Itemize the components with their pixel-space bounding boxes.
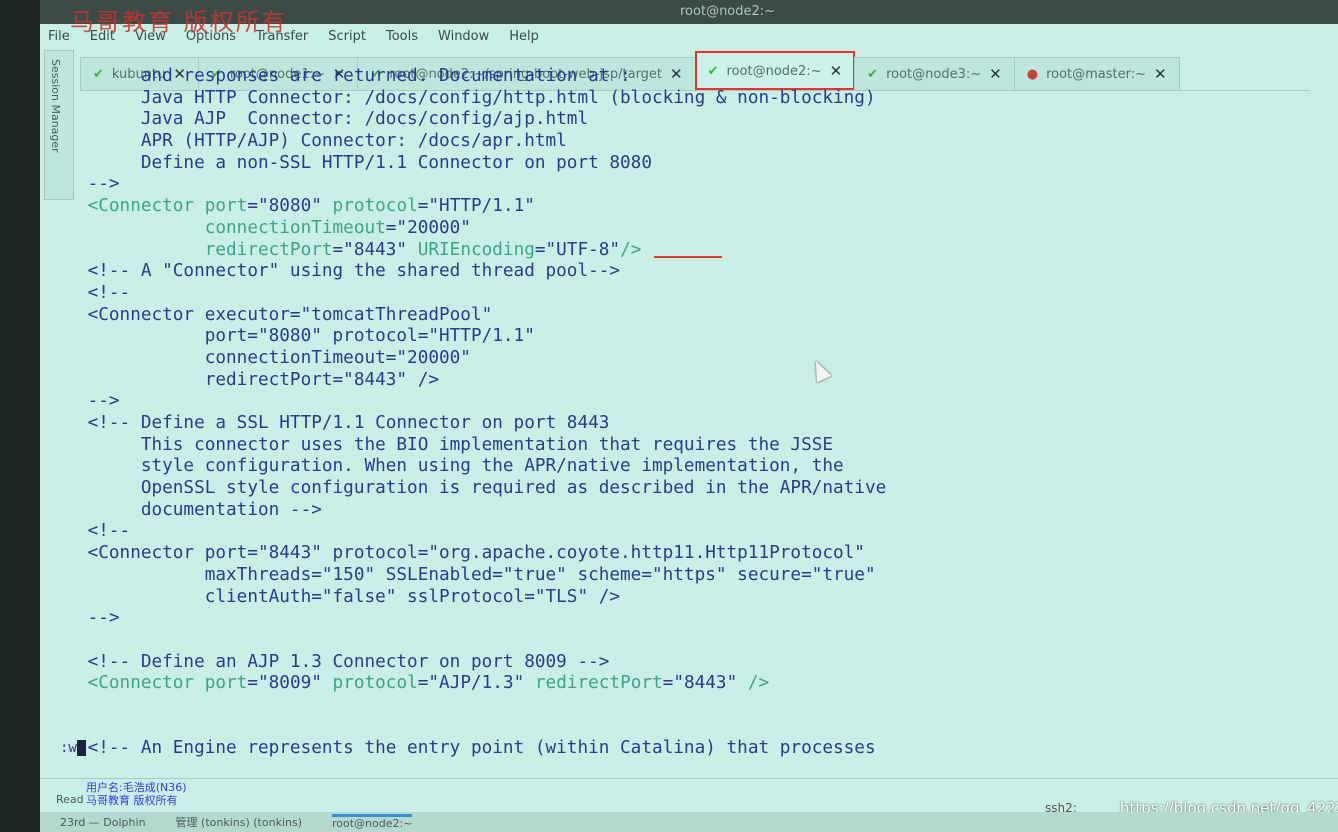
taskbar: 23rd — Dolphin 管理 (tonkins) (tonkins) ro… [40, 812, 1338, 832]
terminal-line: <!-- Define an AJP 1.3 Connector on port… [45, 652, 1285, 674]
terminal-line: <!-- Define a SSL HTTP/1.1 Connector on … [45, 413, 1285, 435]
terminal-line: documentation --> [45, 500, 1285, 522]
code-token: <!-- An Engine represents the entry poin… [45, 738, 876, 759]
code-token: port="8080" protocol="HTTP/1.1" [45, 326, 535, 347]
menu-window[interactable]: Window [436, 29, 491, 44]
code-token: protocol [332, 196, 418, 217]
code-token: ="8009" [247, 673, 333, 694]
terminal-line: Java HTTP Connector: /docs/config/http.h… [45, 88, 1285, 110]
taskbar-item-dolphin[interactable]: 23rd — Dolphin [60, 816, 146, 829]
code-token: <Connector [45, 196, 205, 217]
code-token: ="8443" [332, 239, 418, 260]
code-token: --> [45, 608, 120, 629]
terminal-output[interactable]: and responses are returned. Documentatio… [45, 66, 1285, 766]
vim-command-line[interactable]: :w [60, 740, 86, 756]
terminal-line: Java AJP Connector: /docs/config/ajp.htm… [45, 109, 1285, 131]
code-token: and responses are returned. Documentatio… [45, 66, 631, 86]
user-watermark: 用户名:毛浩成(N36) 马哥教育 版权所有 [86, 781, 187, 807]
taskbar-item-tonkins[interactable]: 管理 (tonkins) (tonkins) [176, 814, 302, 830]
terminal-line: and responses are returned. Documentatio… [45, 66, 1285, 88]
code-token: ="UTF-8" [534, 239, 621, 260]
code-token: redirectPort [534, 673, 663, 694]
code-token: Java HTTP Connector: /docs/config/http.h… [45, 87, 876, 108]
user-line-2: 马哥教育 版权所有 [86, 794, 178, 807]
terminal-line: connectionTimeout="20000" [45, 348, 1285, 370]
code-token: ="20000" [385, 217, 471, 238]
code-token: redirectPort [45, 239, 333, 260]
code-token: <!-- Define a SSL HTTP/1.1 Connector on … [45, 413, 610, 433]
code-token: --> [45, 391, 120, 412]
menu-tools[interactable]: Tools [384, 29, 420, 44]
code-token: /> [747, 673, 770, 694]
terminal-line: --> [45, 391, 1285, 413]
code-token: connectionTimeout="20000" [45, 347, 471, 368]
code-token: /> [620, 239, 642, 260]
code-token: Java AJP Connector: /docs/config/ajp.htm… [45, 109, 589, 130]
status-bar: Read 用户名:毛浩成(N36) 马哥教育 版权所有 ssh2: https:… [40, 778, 1338, 817]
code-token: ="8443" [662, 673, 748, 694]
user-line-1: 用户名:毛浩成(N36) [86, 781, 187, 794]
terminal-line: --> [45, 174, 1285, 196]
terminal-line: APR (HTTP/AJP) Connector: /docs/apr.html [45, 131, 1285, 153]
menu-file[interactable]: File [46, 29, 72, 44]
terminal-line: <Connector executor="tomcatThreadPool" [45, 305, 1285, 327]
terminal-line: port="8080" protocol="HTTP/1.1" [45, 326, 1285, 348]
code-token: port [204, 673, 248, 694]
terminal-line: This connector uses the BIO implementati… [45, 435, 1285, 457]
code-token: <Connector [45, 673, 205, 694]
code-token: <Connector port="8443" protocol="org.apa… [45, 543, 865, 564]
terminal-line: maxThreads="150" SSLEnabled="true" schem… [45, 565, 1285, 587]
cursor [76, 740, 86, 756]
code-token: maxThreads="150" SSLEnabled="true" schem… [45, 564, 876, 585]
code-token: ="HTTP/1.1" [417, 196, 535, 217]
terminal-line: redirectPort="8443" /> [45, 370, 1285, 392]
terminal-line: OpenSSL style configuration is required … [45, 478, 1285, 500]
code-token: connectionTimeout [45, 217, 386, 238]
code-token: OpenSSL style configuration is required … [45, 478, 887, 499]
code-token: <!-- [45, 521, 131, 542]
code-token: <!-- Define an AJP 1.3 Connector on port… [45, 651, 610, 672]
terminal-line: connectionTimeout="20000" [45, 218, 1285, 240]
code-token: <!-- A "Connector" using the shared thre… [45, 261, 621, 282]
code-token: port [204, 196, 248, 217]
terminal-line: --> [45, 608, 1285, 630]
code-token: protocol [332, 673, 418, 694]
code-token: APR (HTTP/AJP) Connector: /docs/apr.html [45, 131, 567, 152]
taskbar-item-node2[interactable]: root@node2:~ [332, 814, 413, 830]
terminal-line: style configuration. When using the APR/… [45, 456, 1285, 478]
code-token: Define a non-SSL HTTP/1.1 Connector on p… [45, 152, 652, 173]
code-token: redirectPort="8443" /> [45, 369, 440, 390]
window-title: root@node2:~ [680, 4, 776, 19]
terminal-line: <!-- [45, 521, 1285, 543]
terminal-line: <Connector port="8443" protocol="org.apa… [45, 543, 1285, 565]
terminal-line: clientAuth="false" sslProtocol="TLS" /> [45, 587, 1285, 609]
code-token: clientAuth="false" sslProtocol="TLS" /> [45, 586, 621, 607]
code-token: --> [45, 174, 120, 195]
terminal-line: <Connector port="8009" protocol="AJP/1.3… [45, 673, 1285, 695]
terminal-line: <!-- A "Connector" using the shared thre… [45, 261, 1285, 283]
terminal-line: <!-- An Engine represents the entry poin… [45, 738, 1285, 760]
menu-script[interactable]: Script [326, 29, 368, 44]
menu-help[interactable]: Help [507, 29, 541, 44]
code-token: <Connector executor="tomcatThreadPool" [45, 304, 493, 325]
command-text: :w [60, 740, 77, 756]
status-ready: Read [56, 793, 84, 806]
terminal-line: Define a non-SSL HTTP/1.1 Connector on p… [45, 153, 1285, 175]
code-token: This connector uses the BIO implementati… [45, 434, 834, 455]
code-token: ="8080" [247, 196, 333, 217]
code-token: <!-- [45, 282, 131, 303]
code-token: ="AJP/1.3" [417, 673, 535, 694]
code-token: documentation --> [45, 499, 322, 520]
terminal-line: <Connector port="8080" protocol="HTTP/1.… [45, 196, 1285, 218]
code-token: URIEncoding [417, 239, 535, 260]
annotation-underline [654, 256, 722, 258]
terminal-line: <!-- [45, 283, 1285, 305]
code-token: style configuration. When using the APR/… [45, 456, 844, 477]
watermark: 马哥教育 版权所有 [70, 8, 288, 36]
